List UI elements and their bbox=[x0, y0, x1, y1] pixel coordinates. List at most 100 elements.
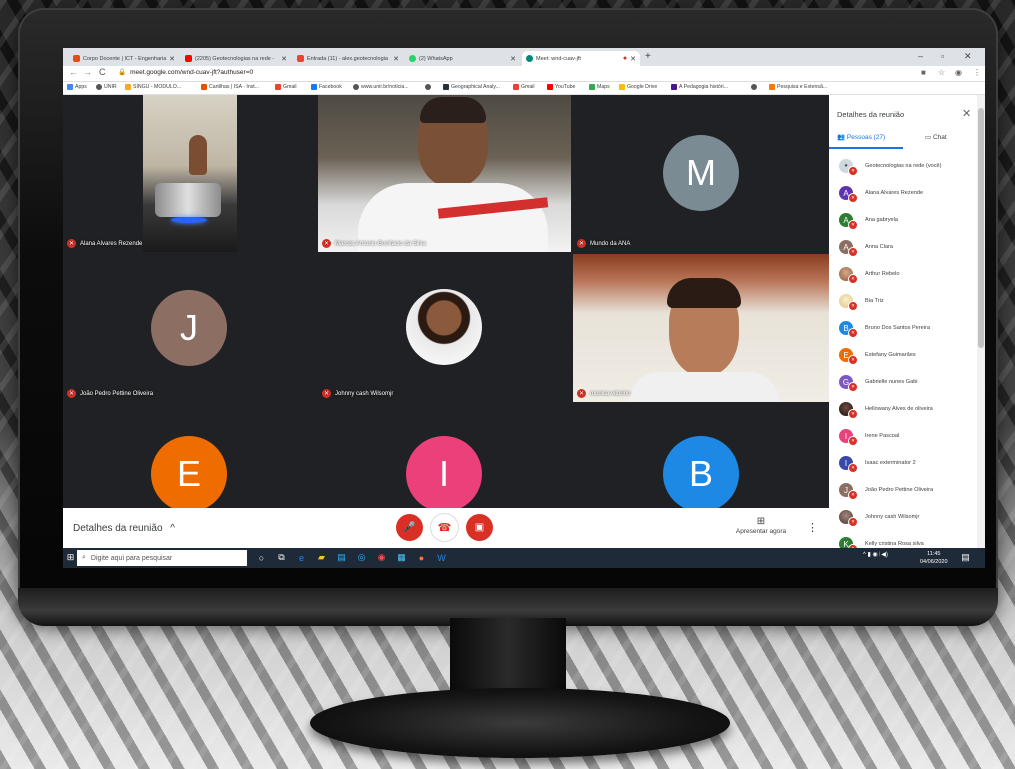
bookmark-cartilhas[interactable]: Cartilhas | ISA - Inst... bbox=[201, 84, 259, 90]
participant-tile[interactable]: ✕ monica vitorino bbox=[573, 254, 829, 402]
task-view-icon[interactable]: ⧉ bbox=[276, 552, 287, 563]
participant-list-item[interactable]: A ✕ Ana gabryela bbox=[839, 208, 979, 232]
phone-hangup-icon: ☎ bbox=[437, 522, 452, 534]
participant-tile[interactable]: M ✕ Mundo da ANA bbox=[573, 95, 829, 252]
bookmark-pedagogia[interactable]: A Pedagogia históri... bbox=[671, 84, 728, 90]
bookmark-maps[interactable]: Maps bbox=[589, 84, 610, 90]
mic-off-icon: ✕ bbox=[848, 247, 858, 257]
participant-avatar: I ✕ bbox=[839, 429, 858, 446]
close-tab-icon[interactable]: ✕ bbox=[393, 55, 399, 63]
participant-photo: ✕ bbox=[839, 510, 858, 527]
close-tab-icon[interactable]: ✕ bbox=[510, 55, 516, 63]
participant-list-item[interactable]: ✕ Johnny cash Wilsomjr bbox=[839, 505, 979, 529]
people-icon: 👥 bbox=[837, 134, 846, 141]
present-now-button[interactable]: ⊞ Apresentar agora bbox=[731, 516, 791, 535]
bookmark-gmail[interactable]: Gmail bbox=[275, 84, 297, 90]
photos-icon[interactable]: ▦ bbox=[396, 552, 407, 563]
participant-list-item[interactable]: ✕ Bia Triz bbox=[839, 289, 979, 313]
mic-toggle-button[interactable]: 🎤 bbox=[396, 514, 423, 541]
participant-tile[interactable]: ✕ Alana Alvares Rezende bbox=[63, 95, 316, 252]
star-icon[interactable]: ☆ bbox=[938, 68, 945, 77]
mic-off-icon: ✕ bbox=[577, 389, 586, 398]
participant-name: ✕ Marcos Antonio Bonifacio da Silva bbox=[322, 239, 426, 248]
bookmark-geographical[interactable]: Geographical Analy... bbox=[443, 84, 500, 90]
participant-list-item[interactable]: G ✕ Gabrielle nunes Gabi bbox=[839, 370, 979, 394]
bookmark-singu[interactable]: SINGU - MODULO... bbox=[125, 84, 181, 90]
bookmark-facebook[interactable]: Facebook bbox=[311, 84, 342, 90]
notifications-icon[interactable]: ▤ bbox=[960, 552, 971, 563]
tab-youtube[interactable]: (2205) Geotecnologias na rede - ✕ bbox=[181, 51, 291, 66]
back-icon[interactable]: ← bbox=[69, 67, 78, 77]
bookmark-gmail-2[interactable]: Gmail bbox=[513, 84, 535, 90]
cortana-icon[interactable]: ○ bbox=[256, 552, 267, 563]
profile-icon[interactable]: ◉ bbox=[955, 68, 962, 77]
bookmark-youtube[interactable]: YouTube bbox=[547, 84, 575, 90]
participant-tile[interactable]: E bbox=[63, 404, 316, 508]
close-window-button[interactable]: ✕ bbox=[964, 51, 972, 62]
windows-start-icon[interactable]: ⊞ bbox=[65, 552, 76, 563]
participant-tile[interactable]: ✕ Marcos Antonio Bonifacio da Silva bbox=[318, 95, 571, 252]
app-icon[interactable]: ● bbox=[416, 552, 427, 563]
edge-icon[interactable]: e bbox=[296, 552, 307, 563]
close-icon[interactable]: ✕ bbox=[962, 107, 971, 120]
tab-corpo-docente[interactable]: Corpo Docente | ICT - Engenharia ✕ bbox=[69, 51, 179, 66]
forward-icon[interactable]: → bbox=[83, 67, 92, 77]
camera-indicator-icon[interactable]: ■ bbox=[921, 68, 926, 77]
participant-photo: ✕ bbox=[839, 294, 858, 311]
participant-list-item[interactable]: B ✕ Bruno Dos Santos Pereira bbox=[839, 316, 979, 340]
close-tab-icon[interactable]: ✕ bbox=[169, 55, 175, 63]
participant-list-item[interactable]: ● ✕ Geotecnologias na rede (você) bbox=[839, 154, 979, 178]
participant-avatar: I ✕ bbox=[839, 456, 858, 473]
participant-list-item[interactable]: J ✕ João Pedro Pettine Oliveira bbox=[839, 478, 979, 502]
close-tab-icon[interactable]: ✕ bbox=[630, 55, 636, 63]
tab-meet[interactable]: Meet: wnd-cuav-jft ● ✕ bbox=[522, 51, 640, 66]
camera-toggle-button[interactable]: ▣ bbox=[466, 514, 493, 541]
skype-icon[interactable]: ◎ bbox=[356, 552, 367, 563]
bookmark-globe-2[interactable] bbox=[751, 84, 759, 90]
tab-whatsapp[interactable]: (2) WhatsApp ✕ bbox=[405, 51, 520, 66]
tab-chat[interactable]: ▭ Chat bbox=[925, 133, 947, 141]
system-tray-icons[interactable]: ^ ▮ ◉ 𝄀 ◀) bbox=[863, 551, 888, 559]
bookmark-apps[interactable]: Apps bbox=[67, 84, 87, 90]
participant-tile[interactable]: B bbox=[573, 404, 829, 508]
meeting-details-button[interactable]: Detalhes da reunião ^ bbox=[73, 523, 175, 534]
reload-icon[interactable]: C bbox=[99, 67, 106, 77]
word-icon[interactable]: W bbox=[436, 552, 447, 563]
mic-off-icon: ✕ bbox=[848, 517, 858, 527]
participant-tile[interactable]: ✕ Johnny cash Wilsomjr bbox=[318, 254, 571, 402]
participant-tile[interactable]: I bbox=[318, 404, 571, 508]
url-field[interactable]: 🔒 meet.google.com/wnd-cuav-jft?authuser=0 bbox=[118, 68, 253, 76]
participant-list-item[interactable]: I ✕ Irene Pascoal bbox=[839, 424, 979, 448]
participant-list-item[interactable]: A ✕ Alana Alvares Rezende bbox=[839, 181, 979, 205]
minimize-button[interactable]: – bbox=[918, 51, 923, 61]
participant-tile[interactable]: J ✕ João Pedro Pettine Oliveira bbox=[63, 254, 316, 402]
tab-gmail[interactable]: Entrada (11) - alex.geotecnologia ✕ bbox=[293, 51, 403, 66]
taskbar-clock[interactable]: 11:45 04/06/2020 bbox=[920, 550, 948, 566]
maximize-button[interactable]: ▫ bbox=[941, 51, 944, 61]
new-tab-button[interactable]: + bbox=[645, 51, 651, 62]
mic-off-icon: ✕ bbox=[848, 328, 858, 338]
participant-list-item[interactable]: A ✕ Anna Clara bbox=[839, 235, 979, 259]
taskbar-search-input[interactable]: ⌕ Digite aqui para pesquisar bbox=[77, 550, 247, 566]
bookmark-globe[interactable] bbox=[425, 84, 433, 90]
close-tab-icon[interactable]: ✕ bbox=[281, 55, 287, 63]
profile-photo bbox=[406, 289, 482, 365]
menu-icon[interactable]: ⋮ bbox=[973, 68, 981, 77]
participant-list-item[interactable]: I ✕ Isaac exterminator 2 bbox=[839, 451, 979, 475]
panel-scrollbar-thumb[interactable] bbox=[978, 108, 984, 348]
camera-off-icon: ▣ bbox=[474, 522, 485, 533]
bookmark-drive[interactable]: Google Drive bbox=[619, 84, 657, 90]
tab-people[interactable]: 👥 Pessoas (27) bbox=[837, 133, 885, 141]
leave-call-button[interactable]: ☎ bbox=[431, 514, 458, 541]
bookmark-unir[interactable]: UNIR bbox=[96, 84, 117, 90]
more-options-icon[interactable]: ⋮ bbox=[807, 521, 818, 534]
chrome-icon[interactable]: ◉ bbox=[376, 552, 387, 563]
bookmark-unir-noticia[interactable]: www.unir.br/noticia... bbox=[353, 84, 409, 90]
file-explorer-icon[interactable]: ▰ bbox=[316, 552, 327, 563]
participant-list-item[interactable]: E ✕ Estefany Guimarães bbox=[839, 343, 979, 367]
store-icon[interactable]: ▤ bbox=[336, 552, 347, 563]
bookmark-pesquisa[interactable]: Pesquisa e Extensã... bbox=[769, 84, 827, 90]
panel-title: Detalhes da reunião bbox=[837, 110, 905, 119]
participant-list-item[interactable]: ✕ Hellowany Alves de oliveira bbox=[839, 397, 979, 421]
participant-list-item[interactable]: ✕ Arthur Rebelo bbox=[839, 262, 979, 286]
